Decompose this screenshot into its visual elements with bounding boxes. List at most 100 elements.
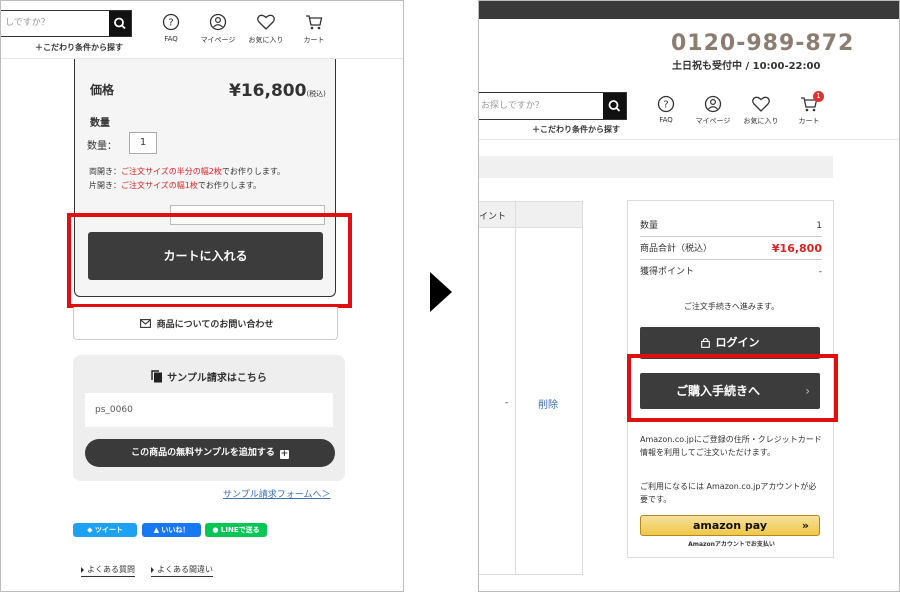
login-label: ログイン <box>715 336 760 349</box>
amazon-pay-button[interactable]: amazon pay » <box>640 515 820 536</box>
next-step-arrow-icon <box>430 272 452 312</box>
cart-label: カート <box>303 36 325 44</box>
sample-title-text: サンプル請求はこちら <box>167 373 267 384</box>
add-sample-label: この商品の無料サンプルを追加する <box>131 448 275 458</box>
tax-note: (税込) <box>306 90 326 98</box>
product-page-panel: しですか？ ＋こだわり条件から探す ? FAQ マイページ お気に入り カート … <box>0 0 404 592</box>
add-free-sample-button[interactable]: この商品の無料サンプルを追加する + <box>85 439 335 467</box>
sample-title: サンプル請求はこちら <box>73 369 345 384</box>
table-header: イント <box>479 202 582 228</box>
svg-text:?: ? <box>663 100 668 111</box>
cart-items-table: イント - 削除 <box>479 201 583 575</box>
note1-prefix: 両開き： <box>89 167 121 176</box>
summary-subtotal-label: 商品合計（税込） <box>640 244 713 254</box>
summary-points-value: - <box>818 267 822 277</box>
common-mistakes-link[interactable]: よくある間違い <box>151 564 213 577</box>
user-icon <box>209 13 227 31</box>
bird-icon: ◆ <box>87 526 95 534</box>
header-mypage[interactable]: マイページ <box>693 95 733 126</box>
amazon-pay-subtext: Amazonアカウントでお支払い <box>688 541 775 548</box>
summary-subtotal-row: 商品合計（税込） ¥16,800 <box>640 238 822 260</box>
search-icon <box>608 100 621 112</box>
sample-request-box: サンプル請求はこちら ps_0060 この商品の無料サンプルを追加する + <box>73 355 345 481</box>
price-label: 価格 <box>90 83 115 97</box>
top-bar <box>479 1 899 19</box>
column-divider <box>515 202 516 574</box>
tweet-button[interactable]: ◆ ツイート <box>73 523 137 537</box>
business-hours: 土日祝も受付中 / 10:00-22:00 <box>672 61 821 72</box>
amazon-account-note: ご利用になるには Amazon.co.jpアカウントが必要です。 <box>640 482 817 504</box>
search-input[interactable]: しですか？ <box>1 11 109 36</box>
plus-icon: + <box>279 449 289 459</box>
header-divider <box>479 139 899 140</box>
price-amount: ¥16,800 <box>229 81 307 101</box>
faq-footer-link[interactable]: よくある質問 <box>81 564 135 577</box>
search-box[interactable]: しですか？ <box>1 10 132 37</box>
search-input[interactable]: お探しですか？ <box>479 93 603 119</box>
quantity-label: 数量： <box>87 141 117 152</box>
envelope-icon <box>139 319 151 328</box>
header-faq[interactable]: ? FAQ <box>646 95 686 124</box>
header-faq[interactable]: ? FAQ <box>153 13 189 43</box>
double-chevron-icon: » <box>801 519 809 532</box>
cart-count-badge: 1 <box>813 91 824 102</box>
cart-label: カート <box>798 117 820 125</box>
sample-form-link[interactable]: サンプル請求フォームへ＞ <box>223 487 330 500</box>
delete-link[interactable]: 削除 <box>538 396 558 411</box>
product-inquiry-button[interactable]: 商品についてのお問い合わせ <box>73 307 338 340</box>
line-share-button[interactable]: ● LINEで送る <box>205 523 267 537</box>
comparison-stage: しですか？ ＋こだわり条件から探す ? FAQ マイページ お気に入り カート … <box>0 0 900 592</box>
mypage-label: マイページ <box>695 117 731 125</box>
line-label: LINEで送る <box>220 526 260 534</box>
note1-suffix: でお作りします。 <box>221 167 286 176</box>
quantity-heading: 数量 <box>90 118 110 129</box>
facebook-like-button[interactable]: ▲ いいね！ <box>142 523 201 537</box>
inquiry-content: 商品についてのお問い合わせ <box>74 317 339 330</box>
favorites-label: お気に入り <box>248 36 284 44</box>
price-value: ¥16,800(税込) <box>229 81 326 101</box>
double-open-note: 両開き：ご注文サイズの半分の幅2枚でお作りします。 <box>89 166 285 177</box>
highlight-frame-add-to-cart <box>67 213 352 308</box>
cart-page-panel: 0120-989-872 土日祝も受付中 / 10:00-22:00 お探しです… <box>478 0 900 592</box>
heart-icon <box>752 96 770 112</box>
faq-label: FAQ <box>164 35 178 43</box>
search-button[interactable] <box>603 93 626 119</box>
search-button[interactable] <box>109 11 131 36</box>
cart-icon <box>306 15 323 30</box>
note2-prefix: 片開き： <box>89 181 121 190</box>
line-icon: ● <box>212 526 221 534</box>
user-icon <box>704 95 722 113</box>
points-column-header: イント <box>479 212 507 222</box>
note2-suffix: でお作りします。 <box>197 181 262 190</box>
amazon-description: Amazon.co.jpにご登録の住所・クレジットカード情報を利用してご注文いた… <box>640 435 822 457</box>
search-icon <box>114 17 126 30</box>
lock-icon <box>700 337 710 348</box>
header-mypage[interactable]: マイページ <box>200 13 236 45</box>
header-cart[interactable]: 1 カート <box>789 91 829 126</box>
condition-search-link[interactable]: ＋こだわり条件から探す <box>35 42 123 53</box>
quantity-input[interactable]: 1 <box>129 132 157 154</box>
amazon-pay-label: amazon pay <box>692 519 768 532</box>
header-favorites[interactable]: お気に入り <box>248 13 284 45</box>
sample-code-field: ps_0060 <box>85 393 333 427</box>
proceed-note: ご注文手続きへ進みます。 <box>683 302 780 311</box>
document-icon <box>151 370 163 383</box>
header-favorites[interactable]: お気に入り <box>741 95 781 126</box>
summary-subtotal-value: ¥16,800 <box>771 242 822 255</box>
svg-text:?: ? <box>168 18 173 29</box>
heart-icon <box>257 14 275 30</box>
summary-qty-label: 数量 <box>640 221 659 231</box>
faq-icon: ? <box>162 13 180 31</box>
highlight-frame-checkout <box>627 354 838 422</box>
breadcrumb-strip <box>479 156 833 178</box>
header-cart[interactable]: カート <box>296 13 332 45</box>
faq-icon: ? <box>657 95 675 113</box>
note1-red: ご注文サイズの半分の幅2枚 <box>121 167 222 176</box>
summary-qty-value: 1 <box>816 221 822 231</box>
tweet-label: ツイート <box>94 526 123 534</box>
favorites-label: お気に入り <box>743 117 779 125</box>
inquiry-label: 商品についてのお問い合わせ <box>156 320 274 330</box>
single-open-note: 片開き：ご注文サイズの幅1枚でお作りします。 <box>89 180 261 191</box>
condition-search-link[interactable]: ＋こだわり条件から探す <box>532 124 620 135</box>
search-box[interactable]: お探しですか？ <box>479 92 627 120</box>
